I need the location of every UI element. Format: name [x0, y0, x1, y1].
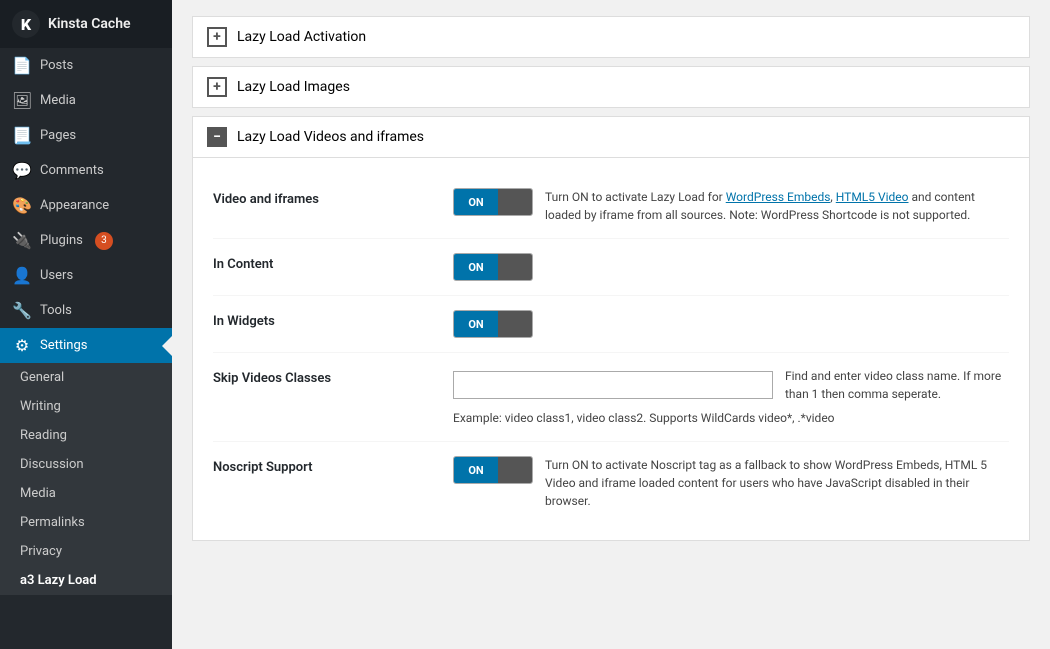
link-wp-embeds[interactable]: WordPress Embeds	[726, 190, 831, 204]
sidebar: K Kinsta Cache 📄 Posts 🖼 Media 📃 Pages 💬…	[0, 0, 172, 649]
sidebar-item-label: Comments	[40, 163, 104, 178]
toggle-on-label-widgets: ON	[454, 311, 498, 337]
sidebar-item-users[interactable]: 👤 Users	[0, 258, 172, 293]
toggle-on-label-content: ON	[454, 254, 498, 280]
sidebar-item-label: Users	[40, 268, 73, 283]
submenu-item-writing[interactable]: Writing	[0, 392, 172, 421]
main-content: + Lazy Load Activation + Lazy Load Image…	[172, 0, 1050, 649]
tools-icon: 🔧	[12, 301, 32, 320]
plugins-badge: 3	[95, 232, 113, 250]
plugins-icon: 🔌	[12, 231, 32, 250]
toggle-on-label: ON	[454, 189, 498, 215]
sidebar-item-posts[interactable]: 📄 Posts	[0, 48, 172, 83]
sidebar-item-comments[interactable]: 💬 Comments	[0, 153, 172, 188]
sidebar-item-label: Tools	[40, 303, 72, 318]
desc-video-iframes: Turn ON to activate Lazy Load for WordPr…	[545, 188, 1009, 224]
control-noscript: ON Turn ON to activate Noscript tag as a…	[453, 456, 1009, 510]
control-skip-videos: Find and enter video class name. If more…	[453, 367, 1009, 427]
sidebar-item-label: Appearance	[40, 198, 109, 213]
skip-videos-desc-inline: Find and enter video class name. If more…	[785, 367, 1009, 403]
expand-icon-videos: −	[207, 127, 227, 147]
site-logo[interactable]: K Kinsta Cache	[0, 0, 172, 48]
section-lazy-load-activation: + Lazy Load Activation	[192, 16, 1030, 58]
submenu-item-permalinks[interactable]: Permalinks	[0, 508, 172, 537]
toggle-off-area-content	[498, 254, 532, 280]
settings-icon: ⚙	[12, 336, 32, 355]
site-icon: K	[12, 10, 40, 38]
setting-row-video-iframes: Video and iframes ON Turn ON to activate…	[213, 174, 1009, 239]
section-header-activation[interactable]: + Lazy Load Activation	[193, 17, 1029, 57]
label-skip-videos: Skip Videos Classes	[213, 367, 453, 386]
setting-row-skip-videos: Skip Videos Classes Find and enter video…	[213, 353, 1009, 442]
settings-submenu: General Writing Reading Discussion Media…	[0, 363, 172, 595]
label-video-iframes: Video and iframes	[213, 188, 453, 207]
submenu-item-discussion[interactable]: Discussion	[0, 450, 172, 479]
sidebar-item-appearance[interactable]: 🎨 Appearance	[0, 188, 172, 223]
section-title-activation: Lazy Load Activation	[237, 29, 366, 45]
sidebar-item-label: Settings	[40, 338, 87, 353]
expand-icon-images: +	[207, 77, 227, 97]
control-video-iframes: ON Turn ON to activate Lazy Load for Wor…	[453, 188, 1009, 224]
label-in-content: In Content	[213, 253, 453, 272]
skip-videos-input[interactable]	[453, 371, 773, 399]
section-header-videos[interactable]: − Lazy Load Videos and iframes	[193, 117, 1029, 158]
sidebar-item-label: Media	[40, 93, 76, 108]
sidebar-item-media[interactable]: 🖼 Media	[0, 83, 172, 118]
toggle-on-label-noscript: ON	[454, 457, 498, 483]
toggle-off-area-noscript	[498, 457, 532, 483]
label-in-widgets: In Widgets	[213, 310, 453, 329]
active-arrow	[162, 336, 172, 356]
submenu-item-general[interactable]: General	[0, 363, 172, 392]
sidebar-item-label: Pages	[40, 128, 76, 143]
sidebar-item-plugins[interactable]: 🔌 Plugins 3	[0, 223, 172, 258]
control-in-widgets: ON	[453, 310, 1009, 338]
expand-icon-activation: +	[207, 27, 227, 47]
section-title-videos: Lazy Load Videos and iframes	[237, 129, 424, 145]
toggle-in-content[interactable]: ON	[453, 253, 533, 281]
section-content-videos: Video and iframes ON Turn ON to activate…	[193, 158, 1029, 540]
toggle-off-area-widgets	[498, 311, 532, 337]
sidebar-item-label: Plugins	[40, 233, 83, 248]
appearance-icon: 🎨	[12, 196, 32, 215]
users-icon: 👤	[12, 266, 32, 285]
posts-icon: 📄	[12, 56, 32, 75]
toggle-off-area	[498, 189, 532, 215]
toggle-in-widgets[interactable]: ON	[453, 310, 533, 338]
sidebar-item-pages[interactable]: 📃 Pages	[0, 118, 172, 153]
link-html5-video[interactable]: HTML5 Video	[836, 190, 909, 204]
submenu-item-privacy[interactable]: Privacy	[0, 537, 172, 566]
label-noscript: Noscript Support	[213, 456, 453, 475]
setting-row-in-content: In Content ON	[213, 239, 1009, 296]
submenu-item-reading[interactable]: Reading	[0, 421, 172, 450]
desc-noscript: Turn ON to activate Noscript tag as a fa…	[545, 456, 1009, 510]
section-header-images[interactable]: + Lazy Load Images	[193, 67, 1029, 107]
setting-row-in-widgets: In Widgets ON	[213, 296, 1009, 353]
setting-row-noscript: Noscript Support ON Turn ON to activate …	[213, 442, 1009, 524]
submenu-item-a3lazyload[interactable]: a3 Lazy Load	[0, 566, 172, 595]
sidebar-item-label: Posts	[40, 58, 73, 73]
control-in-content: ON	[453, 253, 1009, 281]
section-lazy-load-videos: − Lazy Load Videos and iframes Video and…	[192, 116, 1030, 541]
skip-videos-desc-example: Example: video class1, video class2. Sup…	[453, 409, 835, 427]
media-icon: 🖼	[12, 91, 32, 110]
site-title: Kinsta Cache	[48, 16, 131, 32]
toggle-noscript[interactable]: ON	[453, 456, 533, 484]
comments-icon: 💬	[12, 161, 32, 180]
section-title-images: Lazy Load Images	[237, 79, 350, 95]
section-lazy-load-images: + Lazy Load Images	[192, 66, 1030, 108]
submenu-item-media[interactable]: Media	[0, 479, 172, 508]
sidebar-item-settings[interactable]: ⚙ Settings	[0, 328, 172, 363]
pages-icon: 📃	[12, 126, 32, 145]
toggle-video-iframes[interactable]: ON	[453, 188, 533, 216]
sidebar-item-tools[interactable]: 🔧 Tools	[0, 293, 172, 328]
